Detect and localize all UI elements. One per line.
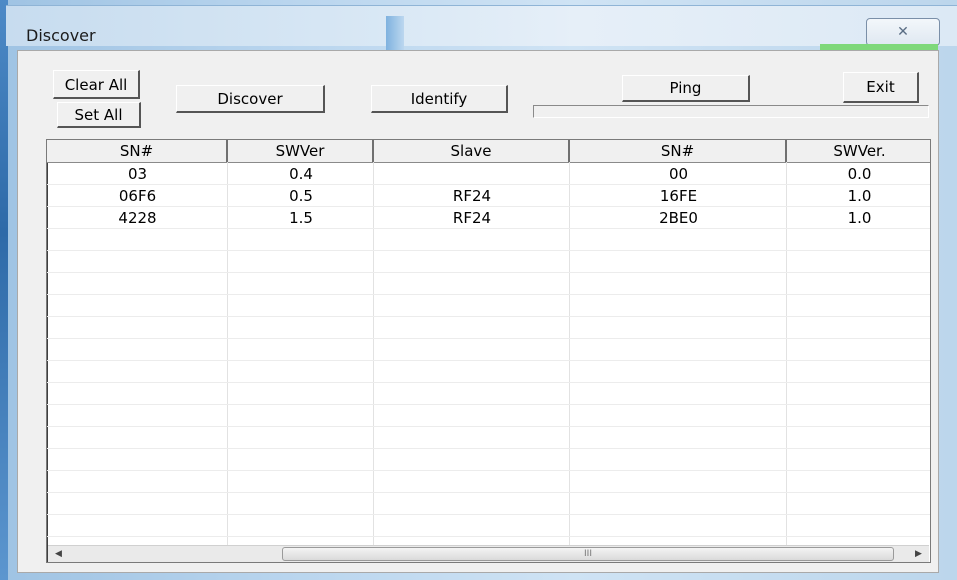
- cell-swver: 1.5: [289, 209, 313, 227]
- column-header-slave[interactable]: Slave: [374, 140, 570, 162]
- window-title: Discover: [26, 26, 96, 45]
- clear-all-button[interactable]: Clear All: [53, 70, 140, 99]
- cell-slave: RF24: [452, 187, 492, 205]
- list-header: SN# SWVer Slave SN# SWVer.: [47, 140, 930, 163]
- cell-slave-sn: 16FE: [659, 187, 698, 205]
- grid-line: [47, 272, 930, 273]
- discover-button[interactable]: Discover: [176, 85, 325, 113]
- device-list[interactable]: SN# SWVer Slave SN# SWVer. 03 0.4 00 0.0…: [46, 139, 931, 563]
- horizontal-scrollbar[interactable]: ◀ III ▶: [48, 545, 929, 562]
- grid-line: [47, 338, 930, 339]
- grid-line: [47, 250, 930, 251]
- discover-window: Discover ✕ Clear All Set All Discover Id…: [0, 0, 957, 580]
- column-header-slave-swver[interactable]: SWVer.: [787, 140, 930, 162]
- table-row[interactable]: 03 0.4 00 0.0: [47, 163, 930, 185]
- grip-icon: III: [584, 549, 592, 559]
- scroll-right-icon[interactable]: ▶: [910, 546, 927, 562]
- grid-line: [47, 514, 930, 515]
- progress-bar: [533, 105, 929, 118]
- cell-sn: 4228: [118, 209, 157, 227]
- grid-line: [47, 426, 930, 427]
- table-row[interactable]: 4228 1.5 RF24 2BE0 1.0: [47, 207, 930, 229]
- table-row[interactable]: 06F6 0.5 RF24 16FE 1.0: [47, 185, 930, 207]
- set-all-button[interactable]: Set All: [57, 102, 141, 128]
- column-header-slave-sn[interactable]: SN#: [570, 140, 787, 162]
- cell-sn: 03: [127, 165, 148, 183]
- title-bar[interactable]: Discover ✕: [6, 5, 957, 50]
- exit-button[interactable]: Exit: [843, 72, 919, 103]
- grid-line: [47, 382, 930, 383]
- close-icon: ✕: [897, 24, 909, 40]
- grid-line: [47, 360, 930, 361]
- cell-slave-sn: 2BE0: [659, 209, 698, 227]
- cell-slave-swver: 1.0: [847, 209, 872, 227]
- grid-line: [47, 448, 930, 449]
- cell-slave-sn: 00: [668, 165, 689, 183]
- title-glow: [386, 16, 404, 50]
- cell-sn: 06F6: [118, 187, 157, 205]
- grid-line: [47, 536, 930, 537]
- scrollbar-thumb[interactable]: III: [282, 547, 894, 561]
- cell-swver: 0.5: [289, 187, 313, 205]
- cell-slave-swver: 0.0: [847, 165, 872, 183]
- column-header-swver[interactable]: SWVer: [228, 140, 374, 162]
- identify-button[interactable]: Identify: [371, 85, 508, 113]
- ping-button[interactable]: Ping: [622, 75, 750, 102]
- column-header-sn[interactable]: SN#: [47, 140, 228, 162]
- cell-slave: [374, 163, 570, 185]
- background-strip: [0, 0, 8, 580]
- grid-line: [47, 316, 930, 317]
- cell-slave: RF24: [452, 209, 492, 227]
- grid-line: [47, 404, 930, 405]
- close-button[interactable]: ✕: [866, 18, 940, 46]
- grid-line: [47, 470, 930, 471]
- grid-line: [47, 294, 930, 295]
- scroll-left-icon[interactable]: ◀: [50, 546, 67, 562]
- cell-slave-swver: 1.0: [847, 187, 872, 205]
- cell-swver: 0.4: [289, 165, 313, 183]
- grid-line: [47, 492, 930, 493]
